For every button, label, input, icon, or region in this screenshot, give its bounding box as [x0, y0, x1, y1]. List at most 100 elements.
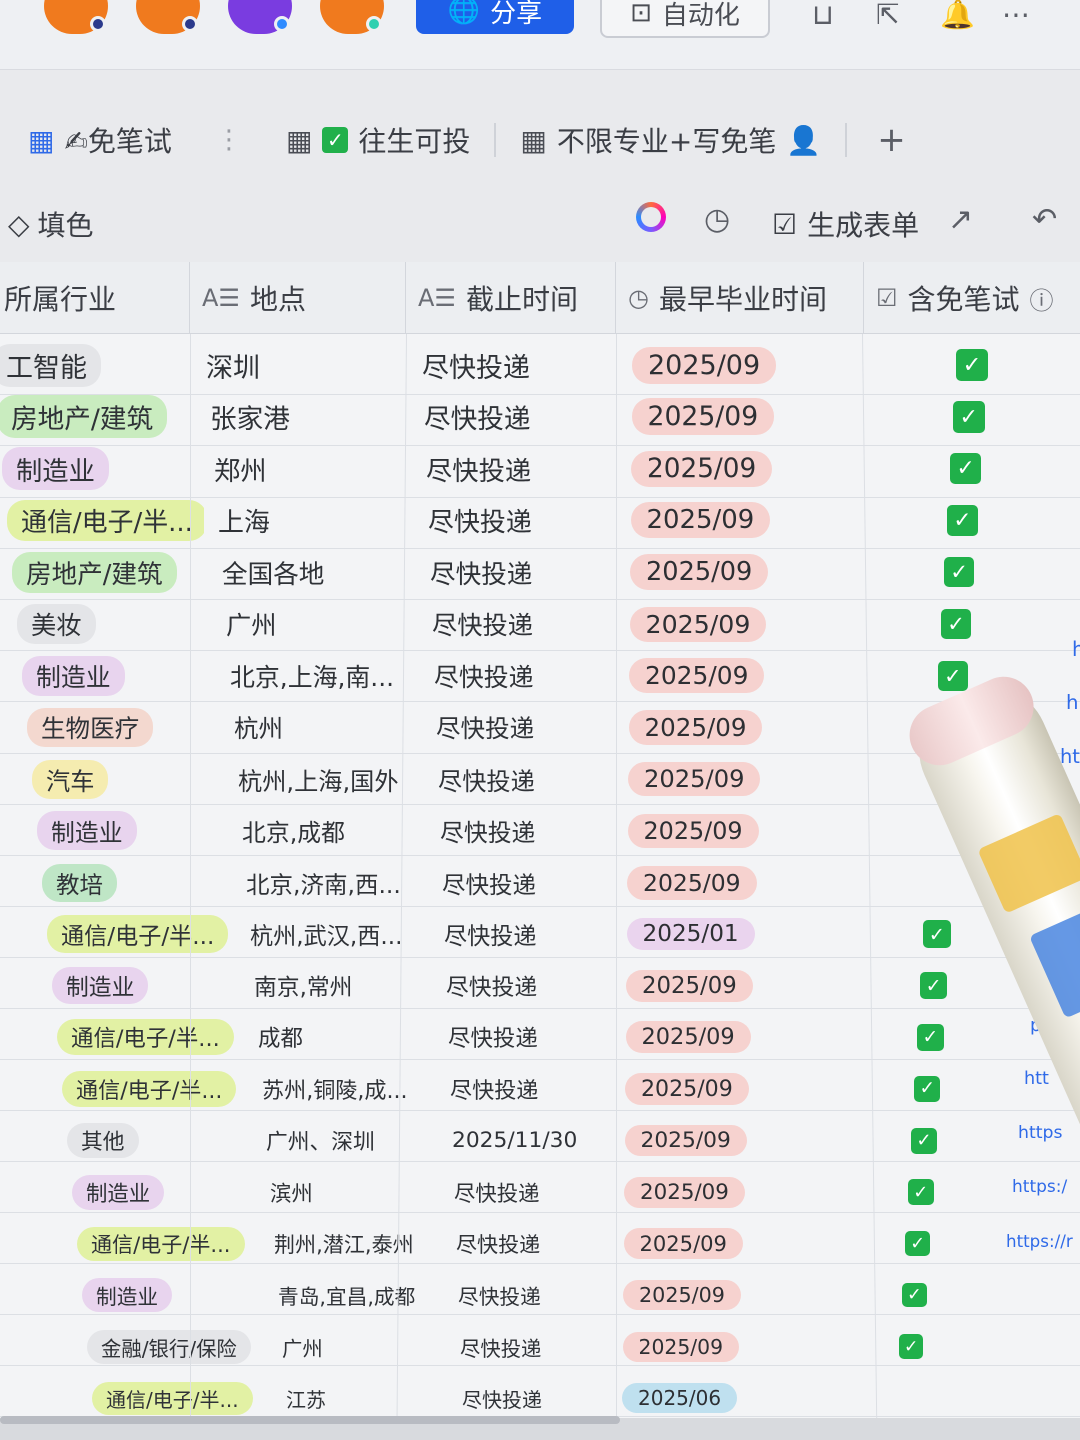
- checkbox-checked-icon[interactable]: ✓: [899, 1334, 924, 1359]
- table-cell-graduation[interactable]: 2025/09: [631, 439, 851, 499]
- column-header-graduation[interactable]: ◷ 最早毕业时间: [616, 262, 864, 334]
- table-cell-graduation[interactable]: 2025/09: [627, 805, 848, 857]
- table-cell-no-written-test[interactable]: ✓: [944, 543, 975, 601]
- table-cell-no-written-test[interactable]: ✓: [923, 909, 951, 959]
- table-cell-deadline[interactable]: 尽快投递: [432, 596, 622, 653]
- table-cell-industry[interactable]: 金融/银行/保险: [87, 1326, 268, 1367]
- table-cell-deadline[interactable]: 尽快投递: [430, 543, 620, 601]
- table-cell-industry[interactable]: 汽车: [32, 753, 224, 806]
- table-cell-graduation[interactable]: 2025/09: [628, 753, 848, 806]
- table-cell-industry[interactable]: 制造业: [37, 805, 228, 857]
- table-cell-graduation[interactable]: 2025/09: [624, 1170, 844, 1214]
- checkbox-checked-icon[interactable]: ✓: [923, 920, 951, 948]
- export-icon[interactable]: ↗: [948, 202, 973, 237]
- table-cell-location[interactable]: 杭州: [234, 700, 424, 754]
- table-cell-industry[interactable]: 通信/电子/半...: [47, 909, 236, 959]
- table-cell-deadline[interactable]: 尽快投递: [426, 439, 616, 499]
- checkbox-checked-icon[interactable]: ✓: [953, 401, 985, 433]
- ai-assistant-icon[interactable]: [636, 202, 666, 232]
- table-cell-deadline[interactable]: 尽快投递: [428, 491, 618, 550]
- table-cell-deadline[interactable]: 尽快投递: [442, 857, 632, 908]
- table-cell-graduation[interactable]: 2025/09: [630, 543, 850, 601]
- checkbox-checked-icon[interactable]: ✓: [956, 349, 988, 381]
- collaborator-avatar[interactable]: [320, 0, 384, 34]
- table-cell-deadline[interactable]: 尽快投递: [438, 753, 628, 806]
- checkbox-checked-icon[interactable]: ✓: [950, 453, 982, 485]
- table-cell-no-written-test[interactable]: ✓: [902, 1274, 927, 1316]
- table-cell-industry[interactable]: 教培: [42, 857, 232, 908]
- share-button[interactable]: 🌐 分享: [416, 0, 574, 34]
- table-cell-location[interactable]: 成都: [258, 1014, 439, 1062]
- tab-no-written-test[interactable]: ▦ ✍免笔试: [0, 120, 190, 160]
- checkbox-checked-icon[interactable]: ✓: [947, 505, 978, 536]
- checkbox-checked-icon[interactable]: ✓: [920, 972, 948, 1000]
- column-header-industry[interactable]: 所属行业: [0, 262, 190, 334]
- table-cell-no-written-test[interactable]: ✓: [908, 1170, 934, 1214]
- table-cell-location[interactable]: 南京,常州: [254, 961, 436, 1010]
- table-cell-no-written-test[interactable]: ✓: [947, 491, 978, 550]
- table-cell-industry[interactable]: 通信/电子/半...: [92, 1378, 272, 1418]
- link-cell[interactable]: h: [1066, 691, 1080, 714]
- undo-icon[interactable]: ↶: [1032, 202, 1057, 237]
- table-cell-graduation[interactable]: 2025/09: [625, 1066, 845, 1113]
- table-cell-location[interactable]: 全国各地: [222, 543, 416, 601]
- table-cell-location[interactable]: 上海: [218, 491, 414, 550]
- table-cell-location[interactable]: 苏州,铜陵,成...: [262, 1066, 441, 1113]
- table-cell-graduation[interactable]: 2025/09: [624, 1118, 845, 1164]
- table-cell-graduation[interactable]: 2025/09: [630, 491, 851, 550]
- share-icon[interactable]: ⇱: [876, 0, 899, 31]
- table-cell-deadline[interactable]: 尽快投递: [450, 1066, 640, 1113]
- horizontal-scrollbar[interactable]: [0, 1416, 620, 1424]
- table-cell-industry[interactable]: 通信/电子/半...: [57, 1014, 244, 1062]
- table-cell-graduation[interactable]: 2025/09: [626, 961, 846, 1010]
- table-cell-industry[interactable]: 生物医疗: [27, 700, 220, 754]
- table-cell-graduation[interactable]: 2025/06: [622, 1378, 842, 1418]
- table-cell-industry[interactable]: 美妆: [17, 596, 212, 653]
- collaborator-avatar[interactable]: [44, 0, 108, 34]
- table-cell-deadline[interactable]: 尽快投递: [448, 1014, 638, 1062]
- table-cell-deadline[interactable]: 尽快投递: [440, 805, 630, 857]
- table-cell-graduation[interactable]: 2025/09: [622, 1326, 843, 1367]
- table-cell-location[interactable]: 滨州: [270, 1170, 446, 1214]
- checkbox-checked-icon[interactable]: ✓: [911, 1127, 937, 1154]
- table-cell-deadline[interactable]: 尽快投递: [436, 700, 626, 754]
- table-cell-industry[interactable]: 其他: [67, 1118, 252, 1164]
- checkbox-checked-icon[interactable]: ✓: [941, 609, 971, 639]
- table-cell-industry[interactable]: 通信/电子/半...: [62, 1066, 248, 1113]
- table-cell-deadline[interactable]: 2025/11/30: [452, 1118, 642, 1164]
- table-cell-deadline[interactable]: 尽快投递: [460, 1326, 650, 1367]
- table-cell-no-written-test[interactable]: ✓: [899, 1326, 924, 1367]
- lock-icon[interactable]: ⊔: [812, 0, 834, 31]
- table-cell-deadline[interactable]: 尽快投递: [446, 961, 636, 1010]
- collaborator-avatar[interactable]: [228, 0, 292, 34]
- table-cell-industry[interactable]: 通信/电子/半...: [7, 491, 204, 550]
- table-cell-location[interactable]: 广州: [282, 1326, 454, 1367]
- link-cell[interactable]: ht: [1060, 745, 1080, 768]
- checkbox-checked-icon[interactable]: ✓: [938, 660, 968, 691]
- column-header-location[interactable]: A☰ 地点: [190, 262, 406, 334]
- checkbox-checked-icon[interactable]: ✓: [902, 1282, 927, 1308]
- table-cell-location[interactable]: 广州、深圳: [266, 1118, 444, 1164]
- table-cell-deadline[interactable]: 尽快投递: [458, 1274, 648, 1316]
- table-cell-location[interactable]: 北京,上海,南...: [230, 648, 421, 703]
- history-icon[interactable]: ◷: [704, 202, 730, 237]
- link-cell[interactable]: https:/: [1012, 1177, 1080, 1197]
- link-cell[interactable]: h: [1072, 637, 1080, 661]
- table-cell-graduation[interactable]: 2025/09: [623, 1274, 843, 1316]
- table-cell-location[interactable]: 郑州: [214, 439, 411, 499]
- add-tab-button[interactable]: +: [853, 120, 930, 160]
- table-cell-graduation[interactable]: 2025/09: [629, 596, 850, 653]
- table-cell-no-written-test[interactable]: ✓: [905, 1222, 931, 1265]
- table-cell-industry[interactable]: 制造业: [2, 439, 200, 499]
- column-header-no-written-test[interactable]: ☑ 含免笔试 ⓘ: [864, 262, 1080, 334]
- tab-any-major[interactable]: ▦ 不限专业+写免笔 👤: [502, 120, 839, 160]
- table-cell-industry[interactable]: 制造业: [82, 1274, 264, 1316]
- table-cell-industry[interactable]: 制造业: [72, 1170, 256, 1214]
- table-cell-industry[interactable]: 房地产/建筑: [12, 543, 208, 601]
- checkbox-checked-icon[interactable]: ✓: [944, 557, 975, 588]
- table-cell-industry[interactable]: 通信/电子/半...: [77, 1222, 260, 1265]
- checkbox-checked-icon[interactable]: ✓: [908, 1179, 934, 1205]
- collaborator-avatar[interactable]: [136, 0, 200, 34]
- table-cell-graduation[interactable]: 2025/09: [627, 857, 847, 908]
- link-cell[interactable]: https://r: [1006, 1231, 1080, 1251]
